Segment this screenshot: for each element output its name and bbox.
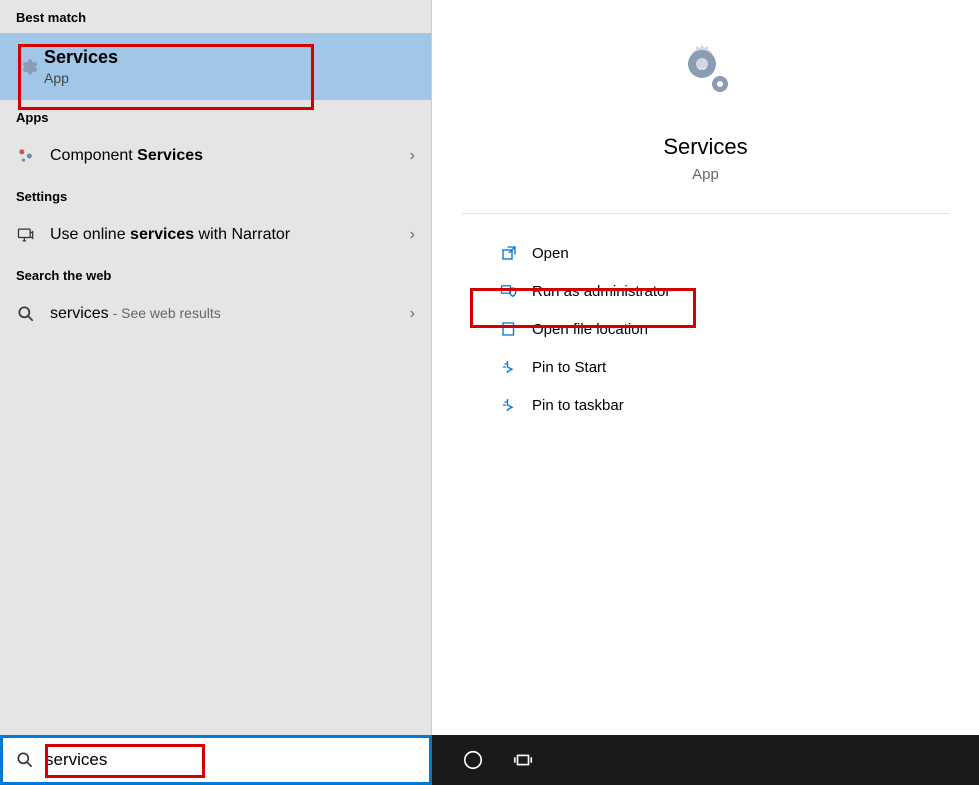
action-open[interactable]: Open xyxy=(462,234,949,272)
monitor-icon xyxy=(16,225,36,245)
search-box[interactable] xyxy=(0,735,432,785)
component-icon xyxy=(16,146,36,166)
divider xyxy=(462,213,949,214)
search-icon xyxy=(16,304,36,324)
result-component-services[interactable]: Component Services › xyxy=(0,133,431,179)
gear-icon xyxy=(18,57,38,77)
section-settings: Settings xyxy=(0,179,431,212)
pin-taskbar-icon xyxy=(500,396,518,414)
cortana-icon xyxy=(462,749,484,771)
result-narrator-services[interactable]: Use online services with Narrator › xyxy=(0,212,431,258)
result-services-app[interactable]: Services App xyxy=(0,33,431,100)
chevron-right-icon: › xyxy=(410,226,415,244)
chevron-right-icon: › xyxy=(410,305,415,323)
web-item-text: services - See web results xyxy=(50,305,221,323)
admin-shield-icon xyxy=(500,282,518,300)
action-run-admin[interactable]: Run as administrator xyxy=(462,272,949,310)
settings-item-text: Use online services with Narrator xyxy=(50,226,290,244)
result-title: Services xyxy=(44,47,118,68)
open-icon xyxy=(500,244,518,262)
section-web: Search the web xyxy=(0,258,431,291)
result-web-search[interactable]: services - See web results › xyxy=(0,291,431,337)
search-input[interactable] xyxy=(45,750,417,770)
search-icon xyxy=(15,750,35,770)
search-results-panel: Best match Services App Apps Component S… xyxy=(0,0,432,735)
gears-icon xyxy=(674,40,738,104)
cortana-button[interactable] xyxy=(448,735,498,785)
result-subtitle: App xyxy=(44,70,118,86)
section-best-match: Best match xyxy=(0,0,431,33)
pin-icon xyxy=(500,358,518,376)
action-pin-start[interactable]: Pin to Start xyxy=(462,348,949,386)
task-view-icon xyxy=(512,749,534,771)
apps-item-text: Component Services xyxy=(50,147,203,165)
action-pin-taskbar[interactable]: Pin to taskbar xyxy=(462,386,949,424)
action-file-location[interactable]: Open file location xyxy=(462,310,949,348)
chevron-right-icon: › xyxy=(410,147,415,165)
task-view-button[interactable] xyxy=(498,735,548,785)
details-title: Services xyxy=(462,134,949,160)
section-apps: Apps xyxy=(0,100,431,133)
folder-icon xyxy=(500,320,518,338)
details-panel: Services App Open Run as administrator O… xyxy=(432,0,979,735)
taskbar xyxy=(0,735,979,785)
details-subtitle: App xyxy=(462,166,949,183)
